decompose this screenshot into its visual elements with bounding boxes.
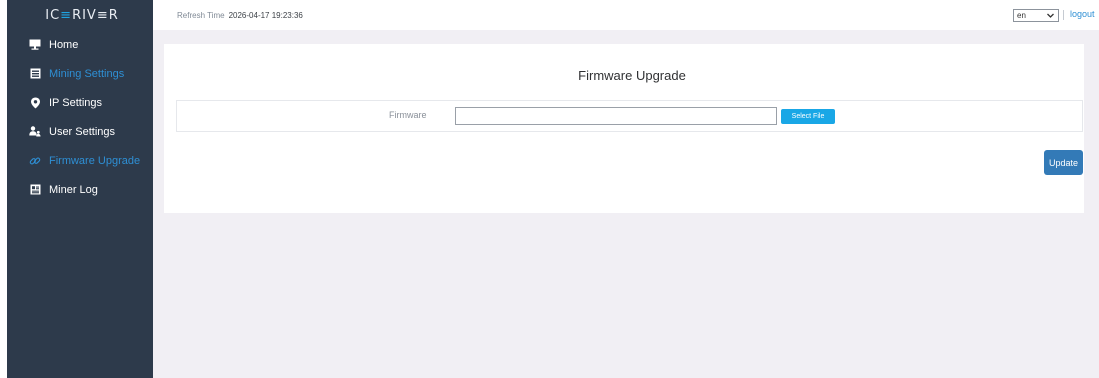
update-button[interactable]: Update (1044, 150, 1083, 175)
top-bar: Refresh Time 2026-04-17 19:23:36 en logo… (153, 0, 1099, 30)
app-window: IC ≡ RIV≡R Home Mining Settings IP Setting… (0, 0, 1099, 378)
sidebar: IC ≡ RIV≡R Home Mining Settings IP Setting… (7, 0, 153, 378)
refresh-time-value: 2026-04-17 19:23:36 (228, 10, 303, 20)
sidebar-item-ip-settings[interactable]: IP Settings (7, 88, 153, 117)
logo-text-suffix: RIV≡R (72, 7, 119, 23)
location-pin-icon (28, 96, 42, 110)
logo-text-accent: ≡ (60, 7, 73, 23)
sidebar-item-label: User Settings (49, 125, 116, 138)
sidebar-item-label: Miner Log (49, 183, 98, 196)
logo-text-prefix: IC (45, 7, 61, 23)
sidebar-item-firmware-upgrade[interactable]: Firmware Upgrade (7, 146, 153, 175)
sidebar-item-label: Home (49, 38, 79, 51)
sidebar-item-user-settings[interactable]: User Settings (7, 117, 153, 146)
firmware-file-input[interactable] (455, 107, 777, 125)
sidebar-nav: Home Mining Settings IP Settings User Se… (7, 30, 153, 204)
firmware-upgrade-panel: Firmware Upgrade Firmware Select File Up… (164, 44, 1084, 213)
logout-link[interactable]: logout (1070, 9, 1095, 19)
divider (1063, 10, 1064, 20)
language-select-value: en (1017, 11, 1026, 20)
language-select[interactable]: en (1013, 9, 1059, 22)
users-icon (28, 125, 42, 139)
select-file-button[interactable]: Select File (781, 109, 835, 124)
content-area: Firmware Upgrade Firmware Select File Up… (153, 30, 1099, 378)
firmware-form-row: Firmware Select File (176, 100, 1083, 132)
link-icon (28, 154, 42, 168)
refresh-time-label: Refresh Time (177, 10, 225, 20)
page-title: Firmware Upgrade (578, 68, 686, 83)
monitor-icon (28, 38, 42, 52)
sidebar-item-miner-log[interactable]: Miner Log (7, 175, 153, 204)
sidebar-item-label: Firmware Upgrade (49, 154, 141, 167)
sidebar-item-mining-settings[interactable]: Mining Settings (7, 59, 153, 88)
server-icon (28, 67, 42, 81)
firmware-label: Firmware (389, 110, 427, 120)
chevron-down-icon (1046, 11, 1055, 20)
brand-logo: IC ≡ RIV≡R (7, 0, 153, 30)
sidebar-item-label: IP Settings (49, 96, 102, 109)
sidebar-item-label: Mining Settings (49, 67, 125, 80)
sidebar-item-home[interactable]: Home (7, 30, 153, 59)
log-icon (28, 183, 42, 197)
